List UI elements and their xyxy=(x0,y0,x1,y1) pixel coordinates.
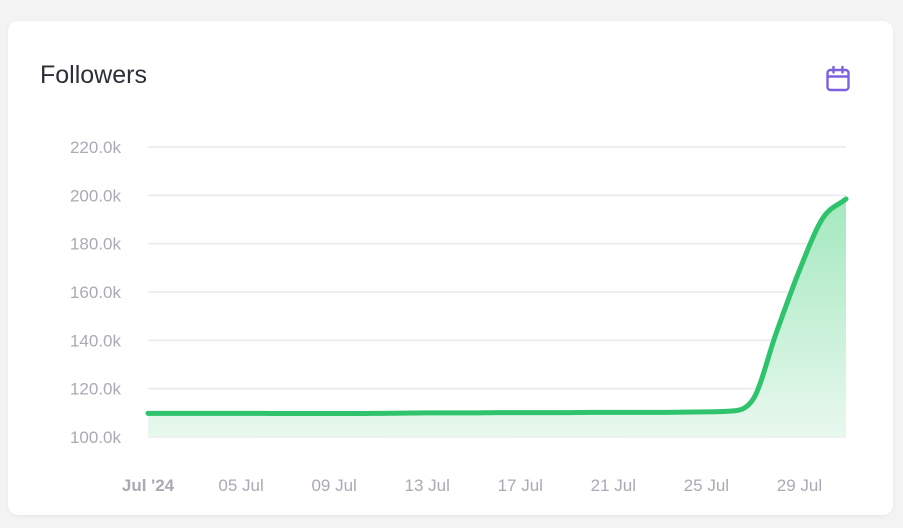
x-tick-label: Jul '24 xyxy=(122,476,175,495)
followers-line xyxy=(145,196,849,417)
followers-chart: 100.0k 120.0k 140.0k 160.0k 180.0k 200.0k 220.… xyxy=(70,138,849,495)
y-tick-label: 160.0k xyxy=(70,283,122,302)
x-tick-label: 05 Jul xyxy=(218,476,263,495)
x-tick-label: 17 Jul xyxy=(498,476,543,495)
y-tick-label: 220.0k xyxy=(70,138,122,157)
followers-area xyxy=(148,198,846,437)
y-tick-label: 200.0k xyxy=(70,186,122,205)
y-tick-label: 120.0k xyxy=(70,380,122,399)
x-tick-label: 13 Jul xyxy=(405,476,450,495)
y-tick-label: 100.0k xyxy=(70,428,122,447)
x-tick-label: 29 Jul xyxy=(777,476,822,495)
y-tick-label: 180.0k xyxy=(70,235,122,254)
y-tick-label: 140.0k xyxy=(70,331,122,350)
x-tick-label: 09 Jul xyxy=(311,476,356,495)
x-tick-label: 21 Jul xyxy=(591,476,636,495)
x-tick-label: 25 Jul xyxy=(684,476,729,495)
